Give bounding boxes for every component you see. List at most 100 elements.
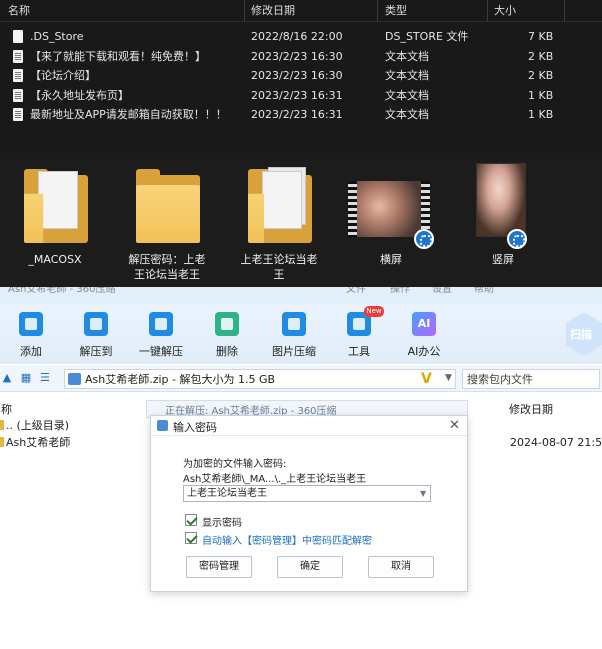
column-name-header[interactable]: 称 [1, 401, 12, 417]
column-size-header[interactable]: 大小 [494, 3, 516, 19]
file-row[interactable]: 【论坛介绍】 2023/2/23 16:30 文本文档 2 KB [0, 66, 602, 85]
scan-label: 扫描 [570, 328, 592, 341]
zip-toolbar: 添加 解压到 一键解压 删除 图片压缩 工具 AI AI办公 [0, 304, 602, 364]
column-separator[interactable] [564, 0, 565, 22]
delete-icon [215, 312, 239, 336]
list-item[interactable]: .. (上级目录) [0, 419, 69, 433]
chevron-down-icon[interactable]: ▼ [420, 487, 426, 501]
dialog-titlebar: 输入密码 ✕ [151, 416, 467, 436]
add-button[interactable]: 添加 [1, 312, 61, 359]
show-password-checkbox[interactable] [185, 514, 197, 526]
chevron-down-icon[interactable]: ▼ [445, 373, 452, 383]
address-bar: ▲ ▦ ☰ Ash艾希老師.zip - 解包大小为 1.5 GB V ▼ 搜索包… [0, 365, 602, 392]
list-item[interactable]: Ash艾希老師 [0, 436, 70, 450]
icon-label: 王论坛当老王 [134, 268, 200, 281]
file-size: 2 KB [528, 69, 554, 82]
text-file-icon [13, 108, 23, 121]
icon-label: _MACOSX [28, 253, 82, 266]
portrait-thumbnail-icon[interactable] [476, 163, 526, 237]
list-item-name: Ash艾希老師 [6, 436, 71, 449]
ok-button[interactable]: 确定 [277, 556, 343, 578]
column-separator[interactable] [487, 0, 488, 22]
file-modified: 2022/8/16 22:00 [251, 30, 343, 43]
video-thumbnail-icon[interactable] [348, 181, 430, 237]
app-icon [157, 420, 168, 431]
search-placeholder: 搜索包内文件 [467, 373, 533, 386]
dialog-title: 输入密码 [173, 421, 217, 434]
file-name: 【来了就能下载和观看！纯免费！】 [30, 50, 206, 63]
address-field[interactable]: Ash艾希老師.zip - 解包大小为 1.5 GB V ▼ [64, 369, 456, 389]
password-input[interactable]: 上老王论坛当老王 ▼ [183, 485, 431, 502]
icon-label: 上老王论坛当老 [240, 253, 318, 266]
menu-item[interactable]: 文件 [346, 287, 366, 297]
file-modified: 2023/2/23 16:30 [251, 69, 343, 82]
zip-file-icon [68, 373, 81, 385]
ai-office-icon: AI [412, 312, 436, 336]
show-password-label: 显示密码 [202, 518, 242, 529]
file-name: 【论坛介绍】 [30, 69, 96, 82]
player-badge-icon [507, 229, 527, 249]
icon-label: 解压密码：上老 [128, 253, 206, 266]
file-modified: 2023/2/23 16:30 [251, 50, 343, 63]
password-value: 上老王论坛当老王 [187, 488, 267, 499]
folder-icon[interactable] [136, 165, 200, 245]
ai-icon-text: AI [417, 317, 431, 330]
menu-item[interactable]: 操作 [390, 287, 410, 297]
column-type-header[interactable]: 类型 [385, 3, 407, 19]
new-badge: New [364, 306, 384, 317]
checkmark-v-icon[interactable]: V [421, 371, 432, 387]
image-compress-label: 图片压缩 [272, 345, 316, 358]
up-arrow-icon[interactable]: ▲ [1, 372, 13, 384]
explorer-file-list: 名称 修改日期 类型 大小 .DS_Store 2022/8/16 22:00 … [0, 0, 602, 153]
file-size: 2 KB [528, 50, 554, 63]
file-size: 7 KB [528, 30, 554, 43]
delete-label: 删除 [216, 345, 238, 358]
image-compress-button[interactable]: 图片压缩 [264, 312, 324, 359]
ai-office-button[interactable]: AI AI办公 [394, 312, 454, 359]
password-dialog: 输入密码 ✕ 为加密的文件输入密码: Ash艾希老師\_MA...\._上老王论… [150, 415, 468, 592]
column-name-header[interactable]: 名称 [8, 3, 30, 19]
extract-to-button[interactable]: 解压到 [66, 312, 126, 359]
menu-item[interactable]: 帮助 [474, 287, 494, 297]
player-badge-icon [414, 229, 434, 249]
folder-icon[interactable] [248, 165, 312, 245]
file-size: 1 KB [528, 89, 554, 102]
one-click-extract-button[interactable]: 一键解压 [131, 312, 191, 359]
add-label: 添加 [20, 345, 42, 358]
search-input[interactable]: 搜索包内文件 [462, 369, 600, 389]
file-row[interactable]: 最新地址及APP请发邮箱自动获取！！！ 2023/2/23 16:31 文本文档… [0, 105, 602, 124]
cancel-button[interactable]: 取消 [368, 556, 434, 578]
auto-fill-label[interactable]: 自动输入【密码管理】中密码匹配解密 [202, 532, 372, 547]
list-item-modified: 2024-08-07 21:50 [510, 436, 602, 449]
view-icon[interactable]: ▦ [20, 372, 32, 384]
add-icon [19, 312, 43, 336]
image-compress-icon [282, 312, 306, 336]
list-header: 名称 修改日期 类型 大小 [0, 0, 602, 22]
password-manager-button[interactable]: 密码管理 [186, 556, 252, 578]
file-type: DS_STORE 文件 [385, 30, 469, 43]
folder-icon [0, 420, 4, 430]
column-separator[interactable] [377, 0, 378, 22]
column-modified-header[interactable]: 修改日期 [251, 3, 295, 19]
column-separator[interactable] [244, 0, 245, 22]
column-modified-header[interactable]: 修改日期 [509, 401, 553, 417]
file-row[interactable]: .DS_Store 2022/8/16 22:00 DS_STORE 文件 7 … [0, 27, 602, 46]
folder-icon[interactable] [24, 165, 88, 245]
encrypted-file-path: Ash艾希老師\_MA...\._上老王论坛当老王 [183, 474, 367, 485]
extract-to-icon [84, 312, 108, 336]
file-modified: 2023/2/23 16:31 [251, 108, 343, 121]
close-icon[interactable]: ✕ [449, 418, 460, 433]
zip-window-title: Ash艾希老師 - 360压缩 [8, 287, 116, 295]
screenshot-root: 名称 修改日期 类型 大小 .DS_Store 2022/8/16 22:00 … [0, 0, 602, 649]
file-row[interactable]: 【来了就能下载和观看！纯免费！】 2023/2/23 16:30 文本文档 2 … [0, 47, 602, 66]
text-file-icon [13, 69, 23, 82]
file-name: 最新地址及APP请发邮箱自动获取！！！ [30, 108, 227, 121]
delete-button[interactable]: 删除 [197, 312, 257, 359]
tools-button[interactable]: 工具 [329, 312, 389, 359]
file-row[interactable]: 【永久地址发布页】 2023/2/23 16:31 文本文档 1 KB [0, 86, 602, 105]
file-name: .DS_Store [30, 30, 84, 43]
icon-label: 竖屏 [492, 253, 514, 266]
list-view-icon[interactable]: ☰ [39, 372, 51, 384]
menu-item[interactable]: 设置 [432, 287, 452, 297]
auto-fill-checkbox[interactable] [185, 532, 197, 544]
